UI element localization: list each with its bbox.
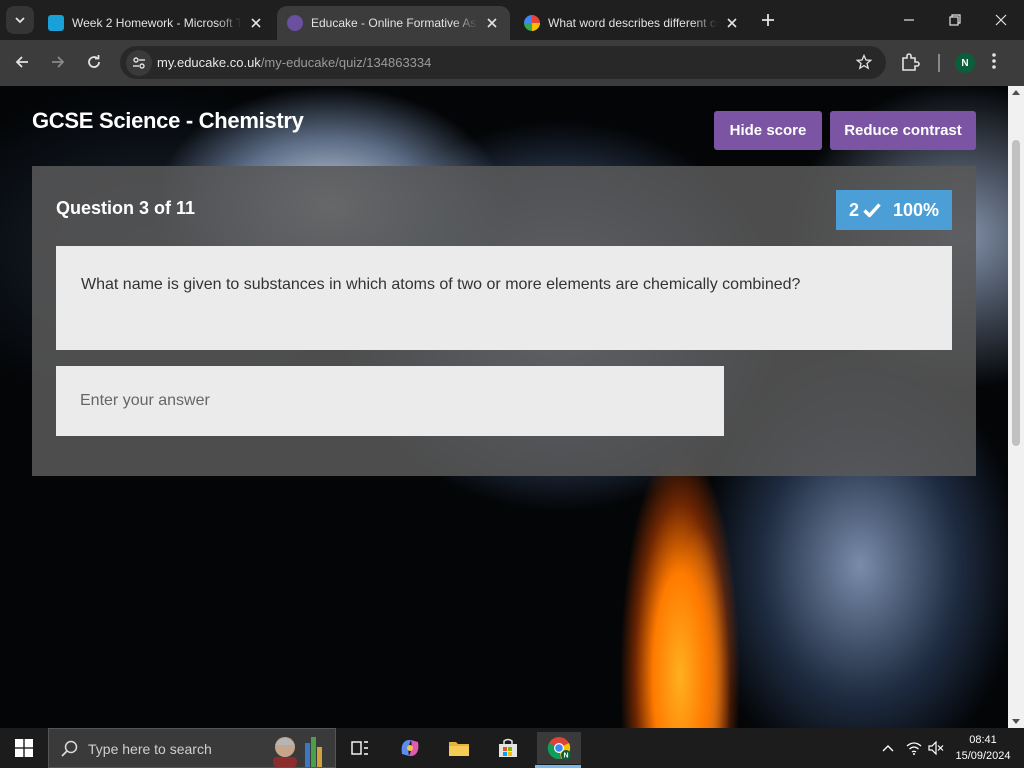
chrome-icon: N xyxy=(547,737,571,760)
tab-title: Week 2 Homework - Microsoft Teams xyxy=(72,16,242,30)
educake-icon xyxy=(287,15,303,31)
tab-title: What word describes different compounds xyxy=(548,16,718,30)
close-icon xyxy=(995,14,1007,26)
clock-date: 15/09/2024 xyxy=(955,750,1011,762)
answer-input[interactable] xyxy=(56,366,724,436)
url-text: my.educake.co.uk/my-educake/quiz/1348633… xyxy=(157,55,431,70)
reload-button[interactable] xyxy=(79,47,109,77)
close-tab-icon[interactable] xyxy=(724,15,740,31)
copilot-button[interactable] xyxy=(390,732,430,764)
quiz-panel: Question 3 of 11 2 100% What name is giv… xyxy=(32,166,976,476)
close-tab-icon[interactable] xyxy=(248,15,264,31)
close-tab-icon[interactable] xyxy=(484,15,500,31)
google-icon xyxy=(524,15,540,31)
back-button[interactable] xyxy=(7,47,37,77)
forward-arrow-icon xyxy=(52,56,65,68)
scroll-up-icon[interactable] xyxy=(1012,90,1020,95)
chevron-up-icon xyxy=(882,745,894,752)
new-tab-button[interactable] xyxy=(758,10,778,30)
page-title: GCSE Science - Chemistry xyxy=(32,108,304,133)
clock-time: 08:41 xyxy=(969,734,997,746)
site-info-icon[interactable] xyxy=(126,50,152,76)
copilot-icon xyxy=(401,740,419,756)
volume-button[interactable] xyxy=(922,732,950,764)
chevron-down-icon xyxy=(15,17,25,24)
page-viewport: GCSE Science - Chemistry Hide score Redu… xyxy=(0,86,1008,728)
speaker-muted-icon xyxy=(928,741,944,755)
search-icon xyxy=(61,740,78,757)
page-scrollbar[interactable] xyxy=(1008,86,1024,728)
file-explorer-button[interactable] xyxy=(439,732,479,764)
close-window-button[interactable] xyxy=(978,5,1024,35)
checkmark-icon xyxy=(863,203,881,218)
start-button[interactable] xyxy=(0,728,48,768)
tab-strip: Week 2 Homework - Microsoft Teams Educak… xyxy=(0,0,1024,40)
score-badge: 2 100% xyxy=(836,190,952,230)
back-arrow-icon xyxy=(15,56,28,68)
tab-teams[interactable]: Week 2 Homework - Microsoft Teams xyxy=(38,6,276,40)
scroll-thumb[interactable] xyxy=(1012,140,1020,446)
profile-avatar[interactable]: N xyxy=(955,53,975,73)
question-text: What name is given to substances in whic… xyxy=(56,246,952,350)
microsoft-store-button[interactable] xyxy=(488,732,528,764)
minimize-icon xyxy=(904,19,914,21)
search-placeholder: Type here to search xyxy=(88,741,212,757)
task-view-icon xyxy=(351,741,368,755)
plus-icon xyxy=(762,14,774,26)
url-path: /my-educake/quiz/134863334 xyxy=(260,55,432,70)
address-bar[interactable]: my.educake.co.uk/my-educake/quiz/1348633… xyxy=(120,46,886,79)
task-view-button[interactable] xyxy=(340,732,380,764)
score-percent: 100% xyxy=(892,199,940,220)
minimize-button[interactable] xyxy=(886,5,932,35)
taskbar-search[interactable]: Type here to search xyxy=(48,728,336,768)
chrome-taskbar-button[interactable]: N xyxy=(537,732,581,764)
menu-kebab-icon[interactable] xyxy=(992,52,996,75)
windows-taskbar: Type here to search N 08:41 15/09/2024 xyxy=(0,728,1024,768)
question-counter: Question 3 of 11 xyxy=(56,198,196,218)
reload-icon xyxy=(88,55,100,68)
url-domain: my.educake.co.uk xyxy=(157,55,261,70)
system-clock[interactable]: 08:41 15/09/2024 xyxy=(950,732,1016,764)
tab-search-button[interactable] xyxy=(6,6,34,34)
hide-score-button[interactable]: Hide score xyxy=(714,111,822,150)
toolbar-divider xyxy=(938,54,940,72)
tab-title: Educake - Online Formative Assessment xyxy=(311,16,478,30)
tab-educake[interactable]: Educake - Online Formative Assessment xyxy=(277,6,510,40)
teams-icon xyxy=(48,15,64,31)
restore-icon xyxy=(949,14,961,26)
bookmark-star-icon[interactable] xyxy=(855,53,873,75)
scroll-down-icon[interactable] xyxy=(1012,719,1020,724)
forward-button[interactable] xyxy=(43,47,73,77)
windows-logo-icon xyxy=(15,739,33,757)
restore-button[interactable] xyxy=(932,5,978,35)
wifi-icon xyxy=(906,742,922,755)
store-icon xyxy=(499,738,517,757)
svg-text:N: N xyxy=(563,753,568,760)
tab-google[interactable]: What word describes different compounds xyxy=(514,6,750,40)
extensions-icon[interactable] xyxy=(900,52,920,77)
browser-toolbar: my.educake.co.uk/my-educake/quiz/1348633… xyxy=(0,40,1024,86)
search-highlight-illustration-icon xyxy=(273,737,322,767)
reduce-contrast-button[interactable]: Reduce contrast xyxy=(830,111,976,150)
folder-icon xyxy=(449,742,469,756)
correct-count: 2 xyxy=(848,199,859,220)
